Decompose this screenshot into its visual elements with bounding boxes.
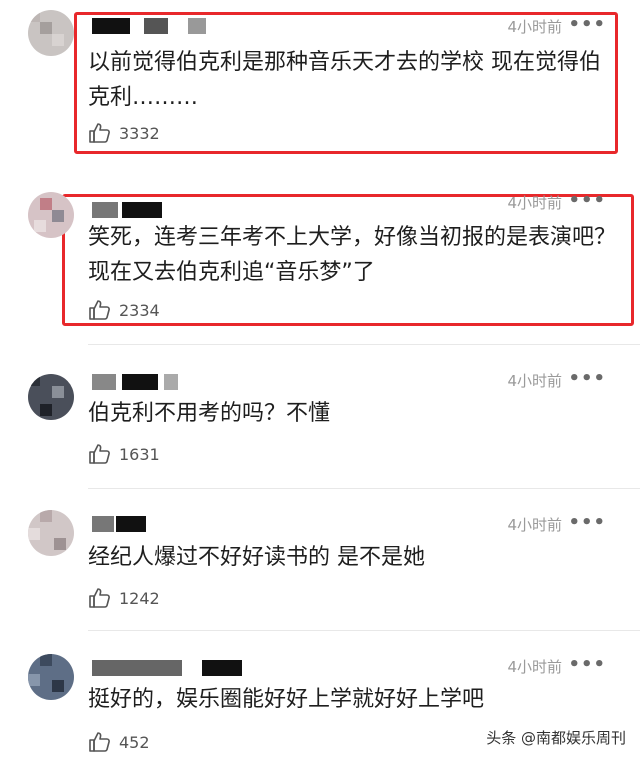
- comment-text: 笑死，连考三年考不上大学，好像当初报的是表演吧？现在又去伯克利追“音乐梦”了: [88, 225, 617, 285]
- avatar[interactable]: [28, 374, 74, 420]
- comment-text: 以前觉得伯克利是那种音乐天才去的学校 现在觉得伯克利………: [88, 50, 601, 110]
- avatar[interactable]: [28, 654, 74, 700]
- thumbs-up-icon: [89, 732, 110, 752]
- thumbs-up-icon: [89, 300, 110, 320]
- more-dots-icon[interactable]: •••: [568, 190, 606, 211]
- avatar[interactable]: [28, 510, 74, 556]
- like-count: 3332: [119, 124, 160, 143]
- comment-time: 4小时前: [507, 516, 562, 534]
- comment-text: 伯克利不用考的吗？不懂: [88, 401, 331, 426]
- username-redacted[interactable]: [92, 516, 152, 532]
- comment-time: 4小时前: [507, 18, 562, 36]
- divider: [88, 488, 640, 489]
- watermark: 头条 @南都娱乐周刊: [486, 729, 626, 747]
- like-count: 1631: [119, 445, 160, 464]
- more-dots-icon[interactable]: •••: [568, 14, 606, 35]
- username-redacted[interactable]: [92, 18, 252, 34]
- more-dots-icon[interactable]: •••: [568, 654, 606, 675]
- username-redacted[interactable]: [92, 660, 252, 676]
- avatar[interactable]: [28, 10, 74, 56]
- thumbs-up-icon: [89, 444, 110, 464]
- comment-text: 挺好的，娱乐圈能好好上学就好好上学吧: [88, 687, 485, 712]
- comment-time: 4小时前: [507, 194, 562, 212]
- comment-time: 4小时前: [507, 658, 562, 676]
- username-redacted[interactable]: [92, 374, 192, 390]
- like-count: 1242: [119, 589, 160, 608]
- more-dots-icon[interactable]: •••: [568, 368, 606, 389]
- thumbs-up-icon: [89, 588, 110, 608]
- avatar[interactable]: [28, 192, 74, 238]
- username-redacted[interactable]: [92, 202, 172, 218]
- like-count: 2334: [119, 301, 160, 320]
- like-count: 452: [119, 733, 150, 752]
- comment-time: 4小时前: [507, 372, 562, 390]
- thumbs-up-icon: [89, 123, 110, 143]
- more-dots-icon[interactable]: •••: [568, 512, 606, 533]
- divider: [88, 344, 640, 345]
- comment-text: 经纪人爆过不好好读书的 是不是她: [88, 545, 425, 570]
- divider: [88, 630, 640, 631]
